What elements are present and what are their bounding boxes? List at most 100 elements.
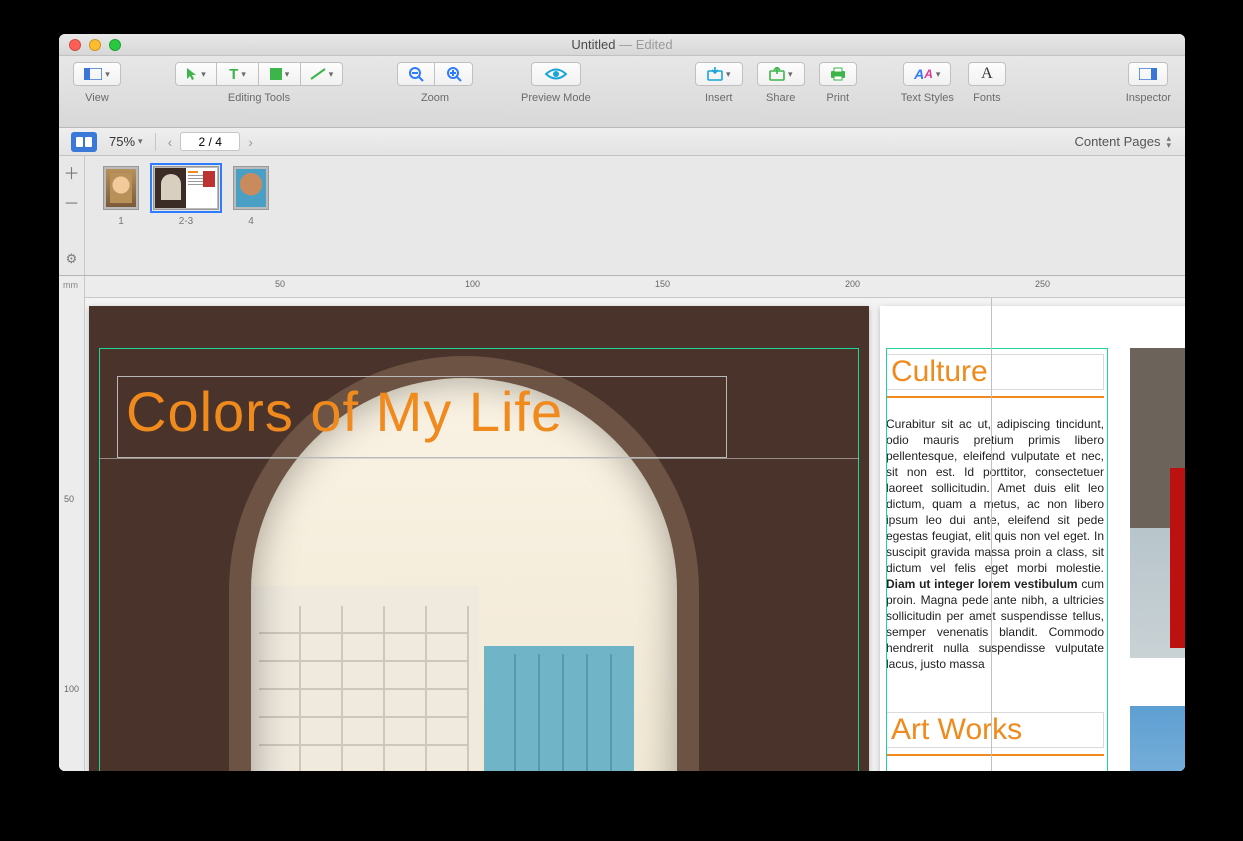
insert-icon [707,67,723,81]
share-icon [769,67,785,81]
text-tool-icon: T [229,66,238,83]
inspector-label: Inspector [1126,92,1171,104]
chevron-down-icon: ▾ [105,69,110,80]
work-area: mm 50 100 50 100 150 200 250 [59,276,1185,771]
page-3-margin-guide [886,348,1108,771]
page-thumbnail-1[interactable] [103,166,139,210]
stepper-icon: ▴▾ [1166,135,1171,149]
text-styles-icon: AA [914,66,933,82]
editing-tools-label: Editing Tools [228,92,290,104]
window-controls [69,39,121,51]
document-name: Untitled [571,37,615,52]
title-text-frame[interactable]: Colors of My Life [117,376,727,458]
view-button[interactable]: ▾ [73,62,121,86]
page-type-dropdown[interactable]: Content Pages ▴▾ [1074,134,1185,149]
horizontal-ruler: 50 100 150 200 250 [85,276,1185,298]
chevron-down-icon: ▾ [788,69,793,80]
thumb-label-4: 4 [248,216,254,227]
page-thumbnail-4[interactable] [233,166,269,210]
page-2-guide-line [99,458,859,459]
zoom-in-icon [446,66,462,82]
select-tool-button[interactable]: ▾ [175,62,217,86]
next-page-button[interactable]: › [248,134,253,150]
page-number-input[interactable] [180,132,240,151]
thumbnail-settings-button[interactable]: ⚙ [66,251,78,267]
insert-button[interactable]: ▾ [695,62,743,86]
chevron-down-icon: ▾ [726,69,731,80]
edited-badge: — Edited [615,37,672,52]
eye-icon [545,67,567,81]
facing-pages-toggle[interactable] [71,132,97,152]
titlebar: Untitled — Edited [59,34,1185,56]
hruler-tick-150: 150 [655,279,670,289]
ruler-unit: mm [63,280,78,290]
hruler-tick-200: 200 [845,279,860,289]
chevron-down-icon: ▾ [201,69,206,80]
share-label: Share [766,92,795,104]
page-2[interactable]: Colors of My Life [89,306,869,771]
page-3[interactable]: Culture Curabitur sit ac ut, adipiscing … [880,306,1185,771]
shape-tool-button[interactable]: ▾ [259,62,301,86]
chevron-down-icon: ▾ [936,69,941,80]
fonts-icon: A [981,65,993,83]
hruler-tick-250: 250 [1035,279,1050,289]
zoom-out-button[interactable] [397,62,435,86]
zoom-in-button[interactable] [435,62,473,86]
printer-icon [829,67,847,81]
hruler-tick-50: 50 [275,279,285,289]
preview-mode-button[interactable] [531,62,581,86]
remove-page-button[interactable]: － [63,190,79,214]
text-styles-label: Text Styles [901,92,954,104]
vertical-ruler: mm 50 100 [59,276,85,771]
print-button[interactable] [819,62,857,86]
page-type-label: Content Pages [1074,134,1160,149]
zoom-value: 75% [109,134,135,149]
sub-toolbar: 75%▾ ‹ › Content Pages ▴▾ [59,128,1185,156]
page-2-title: Colors of My Life [118,377,726,446]
inspector-icon [1139,68,1157,80]
line-icon [310,68,326,80]
inspector-button[interactable] [1128,62,1168,86]
prev-page-button[interactable]: ‹ [168,134,173,150]
minimize-window-button[interactable] [89,39,101,51]
fullscreen-window-button[interactable] [109,39,121,51]
close-window-button[interactable] [69,39,81,51]
zoom-dropdown[interactable]: 75%▾ [109,134,143,149]
fonts-button[interactable]: A [968,62,1006,86]
line-tool-button[interactable]: ▾ [301,62,343,86]
zoom-out-icon [408,66,424,82]
document-canvas[interactable]: Colors of My Life Culture Curabitur sit … [85,298,1185,771]
thumb-label-2-3: 2-3 [179,216,193,227]
insert-label: Insert [705,92,733,104]
chevron-down-icon: ▾ [329,69,334,80]
share-button[interactable]: ▾ [757,62,805,86]
shape-icon [270,68,282,80]
view-label: View [85,92,109,104]
hruler-tick-100: 100 [465,279,480,289]
toolbar: ▾ View ▾ T▾ ▾ ▾ Editing Tools [59,56,1185,128]
app-window: Untitled — Edited ▾ View ▾ T▾ [59,34,1185,771]
chevron-down-icon: ▾ [138,136,143,147]
preview-label: Preview Mode [521,92,591,104]
book-open-icon [75,136,93,148]
text-tool-button[interactable]: T▾ [217,62,259,86]
page-thumbnail-2-3[interactable] [153,166,219,210]
zoom-label: Zoom [421,92,449,104]
pointer-icon [186,67,198,81]
thumbnail-bar: ＋ － ⚙ 1 2-3 [59,156,1185,276]
window-title: Untitled — Edited [571,37,672,52]
view-panel-icon [84,68,102,80]
page-3-image-bottom[interactable] [1130,706,1185,771]
fonts-label: Fonts [973,92,1001,104]
vruler-tick-50: 50 [64,494,74,504]
page-3-image-top[interactable] [1130,348,1185,658]
print-label: Print [826,92,849,104]
thumb-label-1: 1 [118,216,124,227]
text-styles-button[interactable]: AA▾ [903,62,951,86]
chevron-down-icon: ▾ [241,69,246,80]
chevron-down-icon: ▾ [285,69,290,80]
inspector-separator [991,298,992,771]
thumbnail-controls: ＋ － ⚙ [59,156,85,275]
add-page-button[interactable]: ＋ [63,160,79,184]
vruler-tick-100: 100 [64,684,79,694]
